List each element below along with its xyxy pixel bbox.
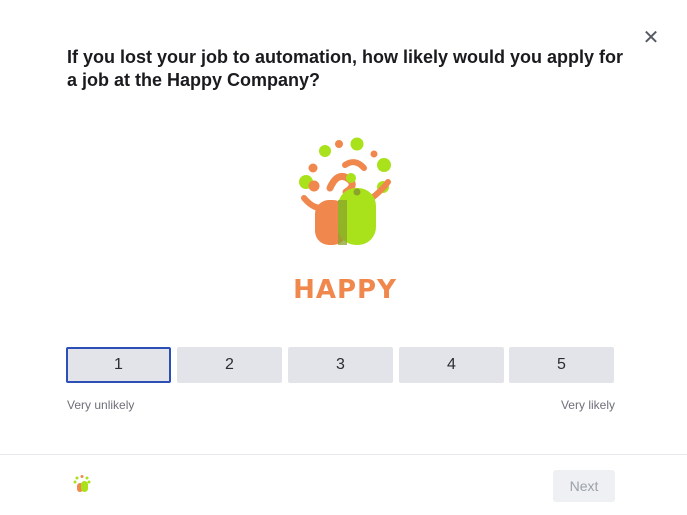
question-title: If you lost your job to automation, how …	[67, 47, 624, 90]
close-icon[interactable]: ✕	[641, 27, 661, 47]
footer-logo	[72, 474, 92, 502]
next-button[interactable]: Next	[553, 470, 615, 502]
scale-min-label: Very unlikely	[67, 398, 135, 412]
scale-option-1[interactable]: 1	[66, 347, 171, 383]
scale-max-label: Very likely	[560, 398, 615, 412]
scale-option-4[interactable]: 4	[399, 347, 504, 383]
survey-dialog: ✕ If you lost your job to automation, ho…	[0, 0, 687, 515]
scale-option-2[interactable]: 2	[177, 347, 282, 383]
footer-divider	[0, 454, 687, 455]
likelihood-scale: 1 2 3 4 5	[66, 347, 616, 384]
happy-logo-graphic	[299, 137, 391, 245]
brand-wordmark: HAPPY	[293, 275, 397, 305]
scale-option-3[interactable]: 3	[288, 347, 393, 383]
scale-option-5[interactable]: 5	[509, 347, 614, 383]
